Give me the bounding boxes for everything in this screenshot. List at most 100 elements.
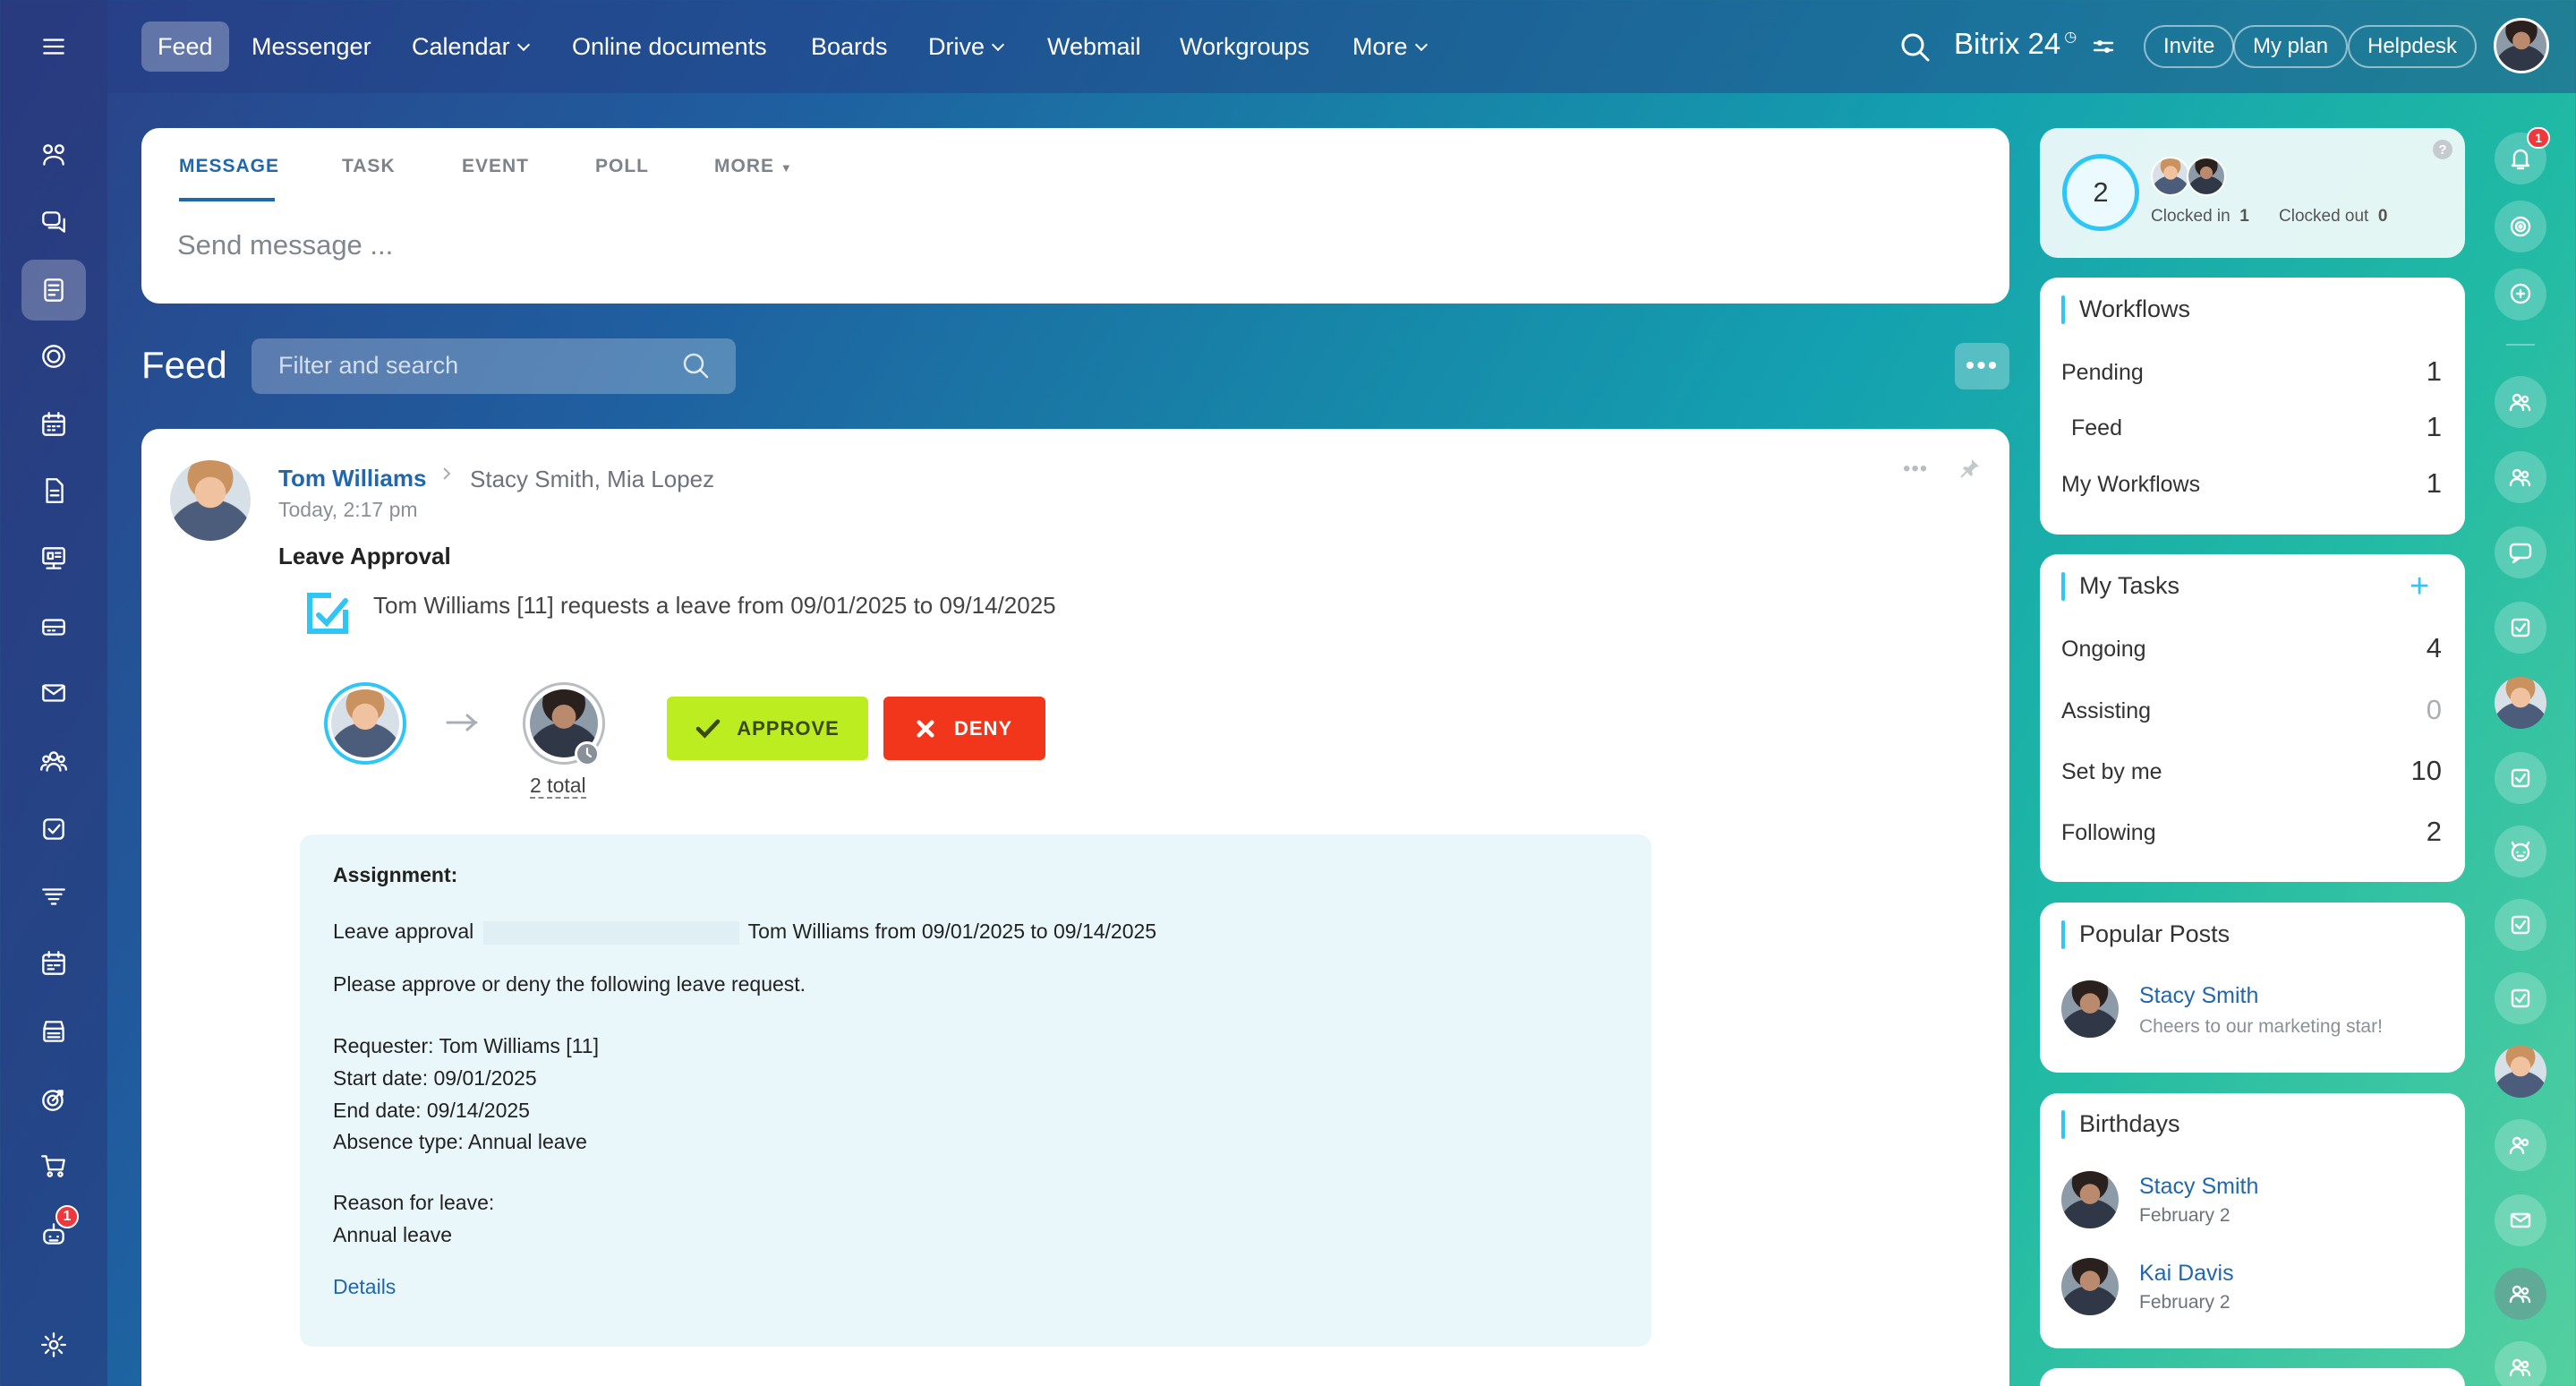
- tab-poll[interactable]: POLL: [595, 156, 649, 177]
- workflows-pending-value[interactable]: 1: [2427, 355, 2442, 388]
- nav-webmail[interactable]: Webmail: [1031, 21, 1157, 72]
- contact-avatar-2[interactable]: [2495, 1046, 2546, 1098]
- inbox-icon[interactable]: [21, 596, 86, 657]
- search-icon[interactable]: [1898, 30, 1933, 65]
- filter-icon[interactable]: [21, 867, 86, 928]
- nav-more[interactable]: More: [1336, 21, 1442, 72]
- feed-more-button[interactable]: •••: [1955, 343, 2009, 389]
- post-recipients[interactable]: Stacy Smith, Mia Lopez: [470, 466, 714, 493]
- target-icon[interactable]: [21, 1069, 86, 1130]
- notifications-icon[interactable]: 1: [2495, 127, 2550, 184]
- tasks-ongoing-label[interactable]: Ongoing: [2061, 637, 2146, 663]
- tab-more[interactable]: MORE ▼: [714, 156, 793, 177]
- workflows-my-label[interactable]: My Workflows: [2061, 472, 2200, 498]
- tab-event[interactable]: EVENT: [462, 156, 529, 177]
- birthday-name-1[interactable]: Stacy Smith: [2139, 1174, 2258, 1200]
- clocked-out-avatar[interactable]: [2187, 157, 2226, 196]
- my-plan-button[interactable]: My plan: [2233, 25, 2349, 68]
- search-chat-icon[interactable]: [2495, 269, 2546, 321]
- workflows-my-value[interactable]: 1: [2427, 467, 2442, 500]
- tasks-accent: [2061, 572, 2065, 601]
- approve-button[interactable]: APPROVE: [667, 697, 868, 760]
- tab-message[interactable]: MESSAGE: [179, 156, 279, 177]
- user-avatar[interactable]: [2494, 18, 2549, 73]
- workflows-pending-label[interactable]: Pending: [2061, 360, 2144, 386]
- tasks-set-by-me-value[interactable]: 10: [2411, 755, 2442, 787]
- contact-group-icon-2[interactable]: [2495, 1341, 2546, 1386]
- task-chat-icon-4[interactable]: [2495, 972, 2546, 1024]
- post-time[interactable]: Today, 2:17 pm: [278, 498, 418, 522]
- requester-avatar[interactable]: [331, 689, 399, 757]
- birthday-avatar-1[interactable]: [2061, 1171, 2119, 1228]
- team-chat-icon[interactable]: [2495, 451, 2546, 503]
- group-chat-icon[interactable]: [2495, 376, 2546, 428]
- team-icon[interactable]: [21, 731, 86, 791]
- tab-task[interactable]: TASK: [342, 156, 396, 177]
- popular-post-text[interactable]: Cheers to our marketing star!: [2139, 1016, 2383, 1038]
- nav-feed[interactable]: Feed: [141, 21, 229, 72]
- tasks-set-by-me-label[interactable]: Set by me: [2061, 759, 2162, 785]
- tasks-ongoing-value[interactable]: 4: [2427, 632, 2442, 664]
- invite-button[interactable]: Invite: [2144, 25, 2235, 68]
- contact-avatar-1[interactable]: [2495, 677, 2546, 729]
- mail-icon[interactable]: [21, 663, 86, 723]
- my-tasks-title[interactable]: My Tasks: [2079, 572, 2179, 600]
- helpdesk-button[interactable]: Helpdesk: [2348, 25, 2478, 68]
- tasks-following-value[interactable]: 2: [2427, 816, 2442, 848]
- nav-drive[interactable]: Drive: [912, 21, 1019, 72]
- store-icon[interactable]: [21, 1001, 86, 1062]
- nav-calendar[interactable]: Calendar: [396, 21, 544, 72]
- birthday-name-2[interactable]: Kai Davis: [2139, 1261, 2234, 1287]
- pin-icon[interactable]: [1958, 457, 1982, 480]
- bot-chat-icon[interactable]: [2495, 826, 2546, 877]
- feed-icon[interactable]: [21, 260, 86, 321]
- menu-icon[interactable]: [21, 16, 86, 77]
- deny-button[interactable]: DENY: [883, 697, 1045, 760]
- tasks-following-label[interactable]: Following: [2061, 820, 2156, 846]
- workflows-title[interactable]: Workflows: [2079, 295, 2190, 323]
- task-chat-icon-3[interactable]: [2495, 899, 2546, 951]
- task-chat-icon-1[interactable]: [2495, 602, 2546, 654]
- tasks-circle-icon[interactable]: [21, 326, 86, 387]
- help-icon[interactable]: ?: [2433, 140, 2452, 159]
- popular-post-avatar[interactable]: [2061, 980, 2119, 1038]
- post-menu-icon[interactable]: •••: [1903, 457, 1928, 482]
- mail-chat-icon[interactable]: [2495, 1194, 2546, 1246]
- calendar-icon[interactable]: [21, 394, 86, 455]
- nav-boards[interactable]: Boards: [795, 21, 904, 72]
- chat-icon[interactable]: [21, 192, 86, 252]
- nav-workgroups[interactable]: Workgroups: [1164, 21, 1326, 72]
- post-author[interactable]: Tom Williams: [278, 465, 426, 492]
- birthday-avatar-2[interactable]: [2061, 1258, 2119, 1315]
- author-avatar[interactable]: [170, 460, 251, 541]
- open-lines-icon[interactable]: [2495, 526, 2546, 578]
- schedule-icon[interactable]: [21, 933, 86, 994]
- task-chat-icon-2[interactable]: [2495, 752, 2546, 804]
- timeman-count[interactable]: 2: [2062, 154, 2139, 231]
- tasks-assisting-label[interactable]: Assisting: [2061, 698, 2151, 724]
- contact-group-icon[interactable]: [2495, 1268, 2546, 1320]
- approvers-total[interactable]: 2 total: [530, 774, 586, 799]
- workflows-feed-label[interactable]: Feed: [2071, 415, 2122, 441]
- brand-logo[interactable]: Bitrix 24 ◷: [1954, 27, 2077, 61]
- checkbox-icon[interactable]: [21, 799, 86, 860]
- presentation-icon[interactable]: [21, 528, 86, 589]
- feed-search-input[interactable]: Filter and search: [252, 338, 736, 394]
- bot-icon[interactable]: 1: [21, 1203, 86, 1264]
- tasks-assisting-value[interactable]: 0: [2427, 694, 2442, 726]
- collab-icon[interactable]: [21, 124, 86, 185]
- clocked-in-avatar[interactable]: [2151, 157, 2190, 196]
- nav-messenger[interactable]: Messenger: [235, 21, 388, 72]
- popular-post-author[interactable]: Stacy Smith: [2139, 983, 2258, 1009]
- workflows-feed-value[interactable]: 1: [2427, 411, 2442, 443]
- sliders-icon[interactable]: [2091, 34, 2116, 59]
- nav-online-documents[interactable]: Online documents: [556, 21, 783, 72]
- group-photo-icon[interactable]: [2495, 1119, 2546, 1171]
- activity-icon[interactable]: [2495, 201, 2546, 252]
- cart-icon[interactable]: [21, 1135, 86, 1196]
- document-icon[interactable]: [21, 460, 86, 521]
- settings-icon[interactable]: [21, 1314, 86, 1375]
- add-task-icon[interactable]: +: [2410, 569, 2429, 603]
- message-input[interactable]: Send message ...: [177, 229, 393, 261]
- details-link[interactable]: Details: [333, 1275, 396, 1299]
